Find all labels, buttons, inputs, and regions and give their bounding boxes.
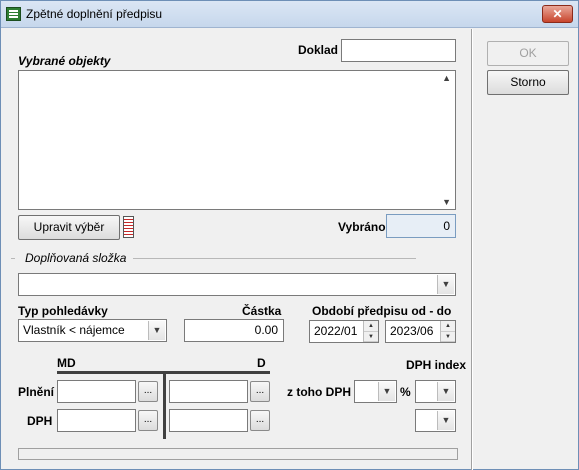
- castka-label: Částka: [242, 304, 282, 318]
- md-label: MD: [57, 356, 76, 370]
- vybrano-label: Vybráno: [338, 220, 386, 234]
- spin-up-icon[interactable]: ▲: [441, 321, 455, 332]
- plneni-d-browse-button[interactable]: ...: [250, 381, 270, 402]
- z-toho-dph-label: z toho DPH: [287, 385, 351, 399]
- castka-input[interactable]: 0.00: [184, 319, 284, 342]
- chevron-down-icon[interactable]: ▼: [148, 321, 165, 340]
- typ-pohledavky-value: Vlastník < nájemce: [23, 323, 125, 337]
- status-bar: [18, 448, 458, 460]
- dph-index-select-2[interactable]: ▼: [415, 409, 456, 432]
- percent-label: %: [400, 385, 411, 399]
- vybrano-field: 0: [386, 214, 456, 238]
- spin-down-icon[interactable]: ▼: [364, 331, 378, 342]
- dph-md-browse-button[interactable]: ...: [138, 410, 158, 431]
- dialog-window: Zpětné doplnění předpisu ✕ OK Storno Dok…: [0, 0, 579, 470]
- dph-d-browse-button[interactable]: ...: [250, 410, 270, 431]
- dph-index-select-1[interactable]: ▼: [415, 380, 456, 403]
- spin-down-icon[interactable]: ▼: [441, 331, 455, 342]
- dph-d-input[interactable]: [169, 409, 248, 432]
- doplnovana-slozka-select[interactable]: ▼: [18, 273, 456, 296]
- chevron-down-icon[interactable]: ▼: [378, 382, 395, 401]
- chevron-down-icon[interactable]: ▼: [437, 382, 454, 401]
- vybrane-objekty-list[interactable]: ▲ ▼: [18, 70, 456, 210]
- dph-label: DPH: [27, 414, 53, 428]
- spin-up-icon[interactable]: ▲: [364, 321, 378, 332]
- vybrano-value: 0: [443, 219, 450, 233]
- scroll-down-icon[interactable]: ▼: [442, 197, 451, 207]
- doplnovana-slozka-label: Doplňovaná složka: [25, 251, 127, 265]
- chevron-down-icon[interactable]: ▼: [437, 411, 454, 430]
- upravit-vyber-button[interactable]: Upravit výběr: [18, 215, 120, 240]
- plneni-md-browse-button[interactable]: ...: [138, 381, 158, 402]
- d-label: D: [257, 356, 266, 370]
- close-button[interactable]: ✕: [542, 5, 573, 23]
- chevron-down-icon[interactable]: ▼: [437, 275, 454, 294]
- scroll-up-icon[interactable]: ▲: [442, 73, 451, 83]
- plneni-md-input[interactable]: [57, 380, 136, 403]
- spin-control[interactable]: ▲ ▼: [440, 321, 455, 342]
- list-icon[interactable]: [123, 216, 134, 238]
- dph-md-input[interactable]: [57, 409, 136, 432]
- z-toho-dph-select[interactable]: ▼: [354, 380, 397, 403]
- plneni-label: Plnění: [18, 385, 55, 399]
- obdobi-do-spinner[interactable]: 2023/06 ▲ ▼: [385, 320, 456, 343]
- obdobi-do-value: 2023/06: [390, 324, 434, 338]
- ok-button[interactable]: OK: [487, 41, 569, 66]
- group-line-left: [11, 258, 15, 259]
- doklad-label: Doklad: [298, 43, 339, 57]
- obdobi-label: Období předpisu od - do: [312, 304, 452, 318]
- plneni-d-input[interactable]: [169, 380, 248, 403]
- storno-button[interactable]: Storno: [487, 70, 569, 95]
- vybrane-objekty-label: Vybrané objekty: [18, 54, 111, 68]
- obdobi-od-value: 2022/01: [314, 324, 358, 338]
- typ-pohledavky-label: Typ pohledávky: [18, 304, 108, 318]
- app-icon: [6, 7, 21, 21]
- obdobi-od-spinner[interactable]: 2022/01 ▲ ▼: [309, 320, 379, 343]
- spin-control[interactable]: ▲ ▼: [363, 321, 378, 342]
- doklad-input[interactable]: [341, 39, 456, 62]
- md-d-divider-vertical: [163, 371, 166, 439]
- typ-pohledavky-select[interactable]: Vlastník < nájemce ▼: [18, 319, 167, 342]
- group-line-right: [133, 258, 416, 259]
- title-bar: Zpětné doplnění předpisu ✕: [1, 1, 578, 28]
- castka-value: 0.00: [254, 323, 278, 337]
- vertical-separator: [471, 29, 473, 470]
- window-title: Zpětné doplnění předpisu: [26, 7, 163, 21]
- dph-index-label: DPH index: [406, 358, 467, 372]
